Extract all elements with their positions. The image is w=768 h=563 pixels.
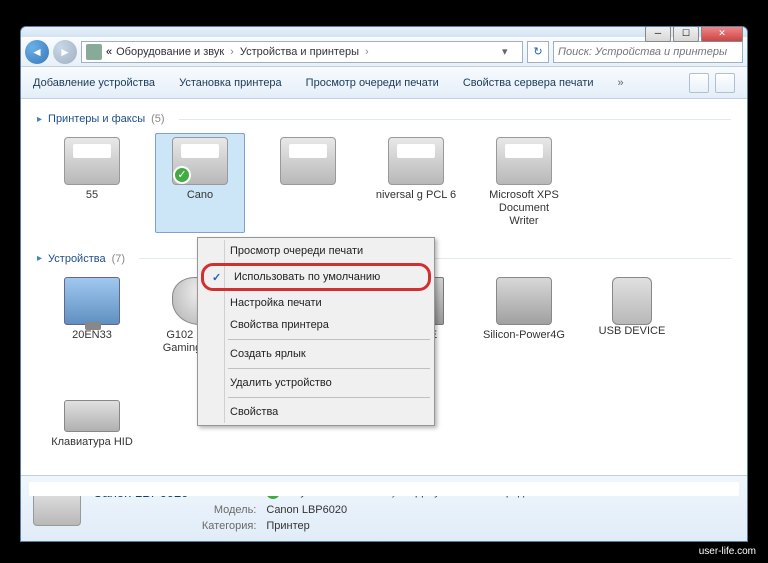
check-icon: ✓: [212, 271, 221, 284]
content-pane: ▸ Принтеры и факсы (5) 55 ✓ Cano niversal g…: [21, 99, 747, 477]
toolbar-add-printer[interactable]: Установка принтера: [179, 77, 282, 89]
device-label: Microsoft XPS Document Writer: [483, 189, 565, 229]
group-divider: [179, 119, 731, 120]
details-model-label: Модель:: [198, 504, 256, 516]
location-icon: [86, 44, 102, 60]
details-pane: Canon LBP6020 Состояние: ✓По умолчанию С…: [21, 475, 747, 541]
group-header-printers[interactable]: ▸ Принтеры и факсы (5): [37, 113, 731, 125]
usb-icon: [612, 277, 652, 325]
group-count: (5): [151, 113, 164, 125]
menu-separator: [228, 368, 430, 369]
breadcrumb[interactable]: Оборудование и звук: [116, 46, 224, 58]
keyboard-icon: [64, 400, 120, 432]
menu-item[interactable]: Создать ярлык: [200, 343, 432, 365]
printer-icon: ✓: [172, 137, 228, 185]
details-printer-icon: [33, 484, 81, 526]
collapse-icon[interactable]: ▸: [37, 114, 42, 125]
menu-item-label: Просмотр очереди печати: [230, 245, 363, 257]
menu-item[interactable]: Свойства: [200, 401, 432, 423]
breadcrumb-separator: ›: [230, 46, 234, 58]
command-bar: Добавление устройства Установка принтера…: [21, 67, 747, 99]
device-item[interactable]: Silicon-Power4G: [479, 273, 569, 373]
context-menu: Просмотр очереди печати ✓ Использовать по …: [197, 237, 435, 426]
monitor-icon: [64, 277, 120, 325]
device-item[interactable]: Клавиатура HID: [47, 380, 137, 453]
details-model-value: Canon LBP6020: [266, 504, 357, 516]
device-item[interactable]: USB DEVICE: [587, 273, 677, 373]
device-label: Silicon-Power4G: [483, 329, 565, 342]
collapse-icon[interactable]: ▸: [37, 253, 42, 264]
watermark: user-life.com: [693, 544, 762, 559]
printer-icon: [388, 137, 444, 185]
view-options-button[interactable]: [689, 73, 709, 93]
default-badge-icon: ✓: [173, 166, 191, 184]
toolbar-overflow-icon[interactable]: »: [618, 77, 624, 89]
menu-separator: [228, 339, 430, 340]
device-label: niversal g PCL 6: [375, 189, 457, 202]
minimize-button[interactable]: ─: [645, 26, 671, 42]
device-item[interactable]: 55: [47, 133, 137, 233]
group-title: Принтеры и факсы: [48, 113, 145, 125]
device-item[interactable]: Microsoft XPS Document Writer: [479, 133, 569, 233]
forward-button[interactable]: ►: [53, 40, 77, 64]
menu-item[interactable]: Удалить устройство: [200, 372, 432, 394]
menu-item[interactable]: Настройка печати: [200, 292, 432, 314]
close-button[interactable]: ✕: [701, 26, 743, 42]
explorer-window: ─ ☐ ✕ ◄ ► « Оборудование и звук › Устрой…: [20, 26, 748, 542]
menu-item-label: Удалить устройство: [230, 377, 332, 389]
device-label: Клавиатура HID: [51, 436, 133, 449]
menu-item[interactable]: Свойства принтера: [200, 314, 432, 336]
printer-icon: [496, 137, 552, 185]
details-category-value: Принтер: [266, 520, 357, 532]
toolbar-view-queue[interactable]: Просмотр очереди печати: [306, 77, 439, 89]
device-label: 55: [51, 189, 133, 202]
device-label: Cano: [159, 189, 241, 202]
device-item[interactable]: ✓ Cano: [155, 133, 245, 233]
search-input[interactable]: [558, 46, 738, 58]
back-button[interactable]: ◄: [25, 40, 49, 64]
menu-item-label: Свойства принтера: [230, 319, 329, 331]
breadcrumb-separator: ›: [365, 46, 369, 58]
search-box[interactable]: [553, 41, 743, 63]
printer-icon: [64, 137, 120, 185]
menu-separator: [228, 397, 430, 398]
device-label: USB DEVICE: [591, 325, 673, 338]
menu-item-label: Настройка печати: [230, 297, 322, 309]
navigation-bar: ◄ ► « Оборудование и звук › Устройства и…: [21, 37, 747, 67]
titlebar[interactable]: ─ ☐ ✕: [21, 27, 747, 37]
group-title: Устройства: [48, 253, 106, 265]
device-item[interactable]: niversal g PCL 6: [371, 133, 461, 233]
group-count: (7): [112, 253, 125, 265]
device-item[interactable]: [263, 133, 353, 233]
refresh-button[interactable]: ↻: [527, 41, 549, 63]
menu-item-label: Создать ярлык: [230, 348, 306, 360]
help-button[interactable]: [715, 73, 735, 93]
toolbar-server-props[interactable]: Свойства сервера печати: [463, 77, 594, 89]
menu-item[interactable]: ✓ Использовать по умолчанию: [201, 263, 431, 291]
device-label: 20EN33: [51, 329, 133, 342]
menu-item[interactable]: Просмотр очереди печати: [200, 240, 432, 262]
address-bar[interactable]: « Оборудование и звук › Устройства и при…: [81, 41, 523, 63]
address-dropdown-icon[interactable]: ▾: [502, 45, 518, 58]
toolbar-add-device[interactable]: Добавление устройства: [33, 77, 155, 89]
device-item[interactable]: 20EN33: [47, 273, 137, 373]
details-category-label: Категория:: [198, 520, 256, 532]
maximize-button[interactable]: ☐: [673, 26, 699, 42]
menu-item-label: Использовать по умолчанию: [234, 271, 380, 283]
menu-item-label: Свойства: [230, 406, 278, 418]
hdd-icon: [496, 277, 552, 325]
breadcrumb-prefix: «: [106, 46, 112, 58]
printer-icon: [280, 137, 336, 185]
breadcrumb[interactable]: Устройства и принтеры: [240, 46, 359, 58]
